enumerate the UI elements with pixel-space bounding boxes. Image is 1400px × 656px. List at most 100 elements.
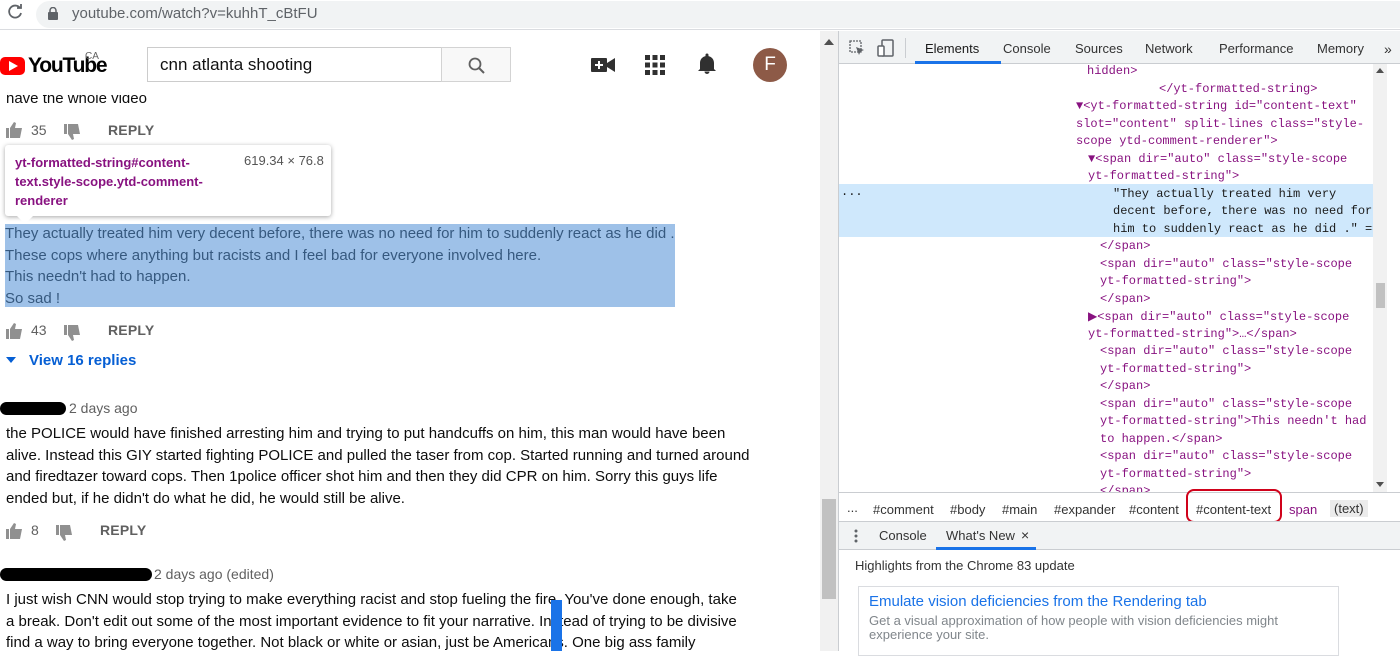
dom-tree-line[interactable]: </span> <box>1100 239 1150 253</box>
region-code: CA <box>85 51 99 62</box>
dom-tree-line[interactable]: <span dir="auto" class="style-scope <box>1100 449 1352 463</box>
dom-tree-line[interactable]: to happen.</span> <box>1100 432 1222 446</box>
notifications-bell-icon[interactable] <box>695 52 719 76</box>
tooltip-selector: yt-formatted-string#content-text.style-s… <box>15 155 203 208</box>
tab-network[interactable]: Network <box>1145 41 1193 56</box>
dom-tree-line[interactable]: </span> <box>1100 379 1150 393</box>
dom-tree-line[interactable]: decent before, there was no need for <box>1113 204 1372 218</box>
comment-text-line: I just wish CNN would stop trying to mak… <box>6 591 737 608</box>
comment-text-line: alive. Instead this GIY started fighting… <box>6 447 750 464</box>
inspect-highlight-comment: They actually treated him very decent be… <box>5 224 675 307</box>
like-icon[interactable] <box>6 523 23 539</box>
selected-node-menu[interactable]: ... <box>841 185 863 199</box>
dom-tree-line[interactable]: yt-formatted-string">…</span> <box>1088 327 1297 341</box>
drawer-tab-console[interactable]: Console <box>879 528 927 543</box>
dom-tree-line[interactable]: scope ytd-comment-renderer"> <box>1076 134 1278 148</box>
scroll-up-icon[interactable] <box>824 39 834 45</box>
dom-tree-line[interactable]: ▶<span dir="auto" class="style-scope <box>1088 309 1349 324</box>
search-input-value[interactable]: cnn atlanta shooting <box>160 55 312 75</box>
reply-button[interactable]: REPLY <box>108 322 154 338</box>
youtube-masthead: YouTube CA cnn atlanta shooting F <box>0 31 820 95</box>
reply-button[interactable]: REPLY <box>108 122 154 138</box>
dislike-icon[interactable] <box>56 525 73 541</box>
breadcrumb-item[interactable]: #main <box>1002 502 1037 517</box>
comment-text-line: So sad ! <box>5 290 61 307</box>
comment-timestamp[interactable]: 2 days ago <box>69 400 138 416</box>
like-count: 43 <box>31 322 47 338</box>
dom-tree-line[interactable]: <span dir="auto" class="style-scope <box>1100 257 1352 271</box>
redacted-username <box>0 402 66 415</box>
comment-text-line: This needn't had to happen. <box>5 268 191 285</box>
dom-tree-line[interactable]: <span dir="auto" class="style-scope <box>1100 397 1352 411</box>
devtools-drawer: Console What's New × Highlights from the… <box>839 521 1400 656</box>
devtools-tab-bar: Elements Console Sources Network Perform… <box>839 31 1400 64</box>
tab-sources[interactable]: Sources <box>1075 41 1123 56</box>
apps-grid-icon[interactable] <box>645 55 665 75</box>
more-tabs-button[interactable]: » <box>1384 41 1392 57</box>
dom-tree-line[interactable]: him to suddenly react as he did ." == <box>1113 222 1379 236</box>
breadcrumb-item[interactable]: span <box>1289 502 1317 517</box>
dom-tree-line[interactable]: hidden> <box>1087 64 1137 78</box>
whats-new-heading: Highlights from the Chrome 83 update <box>855 558 1075 573</box>
elements-dom-tree[interactable]: ... hidden> </yt-formatted-string> ▼<yt-fo… <box>839 64 1387 492</box>
dislike-icon[interactable] <box>64 325 81 341</box>
breadcrumb-item[interactable]: #body <box>950 502 985 517</box>
dom-tree-line[interactable]: </span> <box>1100 292 1150 306</box>
dom-tree-line[interactable]: yt-formatted-string"> <box>1100 274 1251 288</box>
video-camera-icon[interactable] <box>591 55 615 75</box>
tab-memory[interactable]: Memory <box>1317 41 1364 56</box>
dom-tree-line[interactable]: yt-formatted-string"> <box>1100 467 1251 481</box>
page-scrollbar-thumb[interactable] <box>822 499 836 599</box>
comment-text-line: These cops where anything but racists an… <box>5 247 542 264</box>
dom-tree-line[interactable]: yt-formatted-string">This needn't had <box>1100 414 1366 428</box>
feature-card-title[interactable]: Emulate vision deficiencies from the Ren… <box>869 593 1207 610</box>
close-icon[interactable]: × <box>1021 527 1029 543</box>
tab-console[interactable]: Console <box>1003 41 1051 56</box>
tooltip-size: 619.34 × 76.8 <box>244 153 324 168</box>
like-count: 8 <box>31 522 39 538</box>
like-count: 35 <box>31 122 47 138</box>
inspect-element-icon[interactable] <box>849 40 865 56</box>
breadcrumb-item[interactable]: (text) <box>1330 500 1368 517</box>
tab-elements[interactable]: Elements <box>925 41 979 56</box>
comment-text-line: a break. Don't edit out some of the most… <box>6 613 737 630</box>
dom-tree-line[interactable]: ▼<yt-formatted-string id="content-text" <box>1076 99 1357 113</box>
device-toolbar-icon[interactable] <box>877 39 895 57</box>
dom-tree-line[interactable]: yt-formatted-string"> <box>1100 362 1251 376</box>
dom-tree-scrollbar-thumb[interactable] <box>1376 283 1385 308</box>
drawer-menu-icon[interactable] <box>854 529 858 543</box>
reload-icon[interactable] <box>4 3 26 25</box>
like-icon[interactable] <box>6 323 23 339</box>
avatar[interactable]: F <box>753 48 787 82</box>
search-button[interactable] <box>441 47 511 82</box>
dom-tree-line[interactable]: </span> <box>1100 484 1150 492</box>
dom-tree-scrollbar[interactable] <box>1373 64 1387 492</box>
url-text[interactable]: youtube.com/watch?v=kuhhT_cBtFU <box>72 5 318 22</box>
feature-card-description: Get a visual approximation of how people… <box>869 613 1278 642</box>
dislike-icon[interactable] <box>64 124 81 140</box>
breadcrumb-item[interactable]: #content <box>1129 502 1179 517</box>
comment-timestamp[interactable]: 2 days ago (edited) <box>154 566 274 582</box>
view-replies-link[interactable]: View 16 replies <box>29 352 136 369</box>
breadcrumb-more[interactable]: ... <box>847 500 858 515</box>
feature-card[interactable]: Emulate vision deficiencies from the Ren… <box>858 586 1339 656</box>
reply-button[interactable]: REPLY <box>100 522 146 538</box>
scroll-up-icon[interactable] <box>1376 68 1384 73</box>
dom-tree-line[interactable]: "They actually treated him very <box>1113 187 1336 201</box>
tab-performance[interactable]: Performance <box>1219 41 1293 56</box>
scroll-down-icon[interactable] <box>1376 482 1384 487</box>
dom-tree-line[interactable]: </yt-formatted-string> <box>1159 82 1317 96</box>
dom-tree-line[interactable]: <span dir="auto" class="style-scope <box>1100 344 1352 358</box>
drawer-tab-whats-new[interactable]: What's New <box>946 528 1015 543</box>
comment-text-line: and firedtazer toward cops. Then 1police… <box>6 468 718 485</box>
breadcrumb-item[interactable]: #comment <box>873 502 934 517</box>
like-icon[interactable] <box>6 122 23 138</box>
search-icon <box>468 57 485 74</box>
breadcrumb-item[interactable]: #expander <box>1054 502 1115 517</box>
dom-tree-line[interactable]: slot="content" split-lines class="style- <box>1076 117 1364 131</box>
redacted-username <box>0 568 152 581</box>
dom-tree-line[interactable]: ▼<span dir="auto" class="style-scope <box>1088 152 1347 166</box>
dom-tree-line[interactable]: yt-formatted-string"> <box>1088 169 1239 183</box>
caret-down-icon[interactable] <box>5 356 17 364</box>
comment-text-line: They actually treated him very decent be… <box>5 225 675 242</box>
